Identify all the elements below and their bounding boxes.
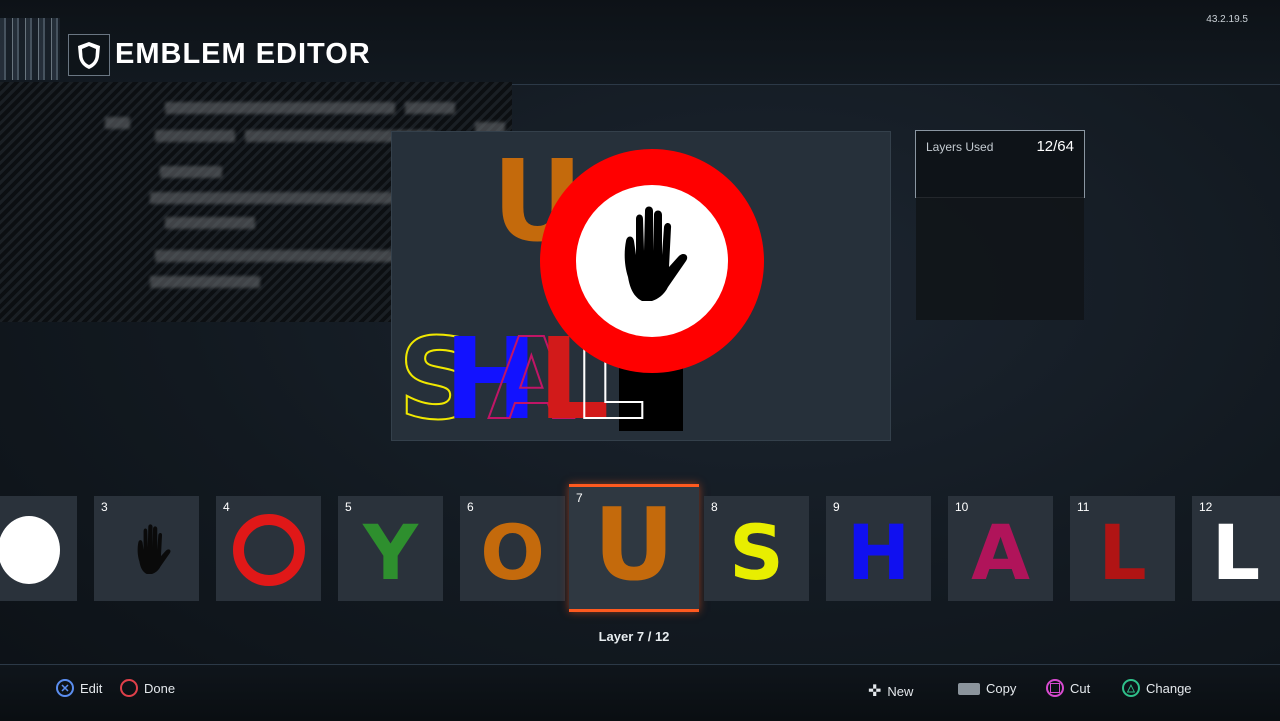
layer-number: 6 <box>467 500 474 514</box>
edit-prompt[interactable]: ✕ Edit <box>56 679 102 697</box>
layer-glyph: L <box>1211 508 1261 597</box>
layer-thumbnail[interactable]: 3 <box>94 496 199 601</box>
blurred-text <box>150 276 260 288</box>
layer-glyph: A <box>971 508 1030 597</box>
layers-used-panel: Layers Used 12/64 <box>915 130 1085 198</box>
layer-glyph: L <box>1098 508 1147 597</box>
layer-thumbnail[interactable]: 8 S <box>704 496 809 601</box>
layers-used-value: 12/64 <box>1036 138 1074 155</box>
layer-glyph: H <box>846 508 911 597</box>
stop-sign-ring <box>540 149 764 373</box>
layer-number: 4 <box>223 500 230 514</box>
blurred-text <box>165 102 395 114</box>
layer-indicator: Layer 7 / 12 <box>598 629 670 644</box>
triangle-button-icon: △ <box>1122 679 1140 697</box>
new-prompt[interactable]: ✜ New <box>868 681 913 701</box>
copy-prompt[interactable]: Copy <box>958 681 1016 696</box>
layer-strip[interactable]: 3 4 5 Y 6 O 7 U 8 S 9 H 10 A 11 L 12 L <box>0 484 1280 614</box>
red-ring-icon <box>233 514 305 586</box>
top-bar: EMBLEM EDITOR 43.2.19.5 <box>0 0 1280 85</box>
circle-button-icon <box>120 679 138 697</box>
layer-number: 12 <box>1199 500 1213 514</box>
layer-thumbnail-selected[interactable]: 7 U <box>569 484 699 612</box>
layer-glyph: Y <box>362 508 419 597</box>
layer-thumbnail[interactable]: 6 O <box>460 496 565 601</box>
layer-glyph: U <box>593 486 675 603</box>
blurred-text <box>165 217 255 229</box>
layer-number: 11 <box>1077 500 1090 514</box>
button-prompts-bar: ✕ Edit Done ✜ New Copy Cut △ Change <box>0 664 1280 721</box>
page-title: EMBLEM EDITOR <box>115 38 371 70</box>
layer-number: 5 <box>345 500 352 514</box>
emblem-canvas[interactable]: U S H A L L <box>391 131 891 441</box>
layer-thumbnail[interactable] <box>0 496 77 601</box>
cut-label: Cut <box>1070 680 1091 696</box>
blurred-text <box>155 130 235 142</box>
cross-button-icon: ✕ <box>56 679 74 697</box>
layer-thumbnail[interactable]: 5 Y <box>338 496 443 601</box>
layer-thumbnail[interactable]: 12 L <box>1192 496 1280 601</box>
edit-label: Edit <box>80 680 103 696</box>
layer-thumbnail[interactable]: 11 L <box>1070 496 1175 601</box>
layers-used-label: Layers Used <box>926 140 994 154</box>
layer-number: 10 <box>955 500 969 514</box>
copy-label: Copy <box>986 681 1017 696</box>
new-label: New <box>887 683 914 699</box>
blurred-text <box>405 102 455 114</box>
change-prompt[interactable]: △ Change <box>1122 679 1192 697</box>
layer-number: 8 <box>711 500 718 514</box>
cut-prompt[interactable]: Cut <box>1046 679 1090 697</box>
shield-icon <box>68 34 110 76</box>
blurred-text <box>105 117 130 129</box>
hand-icon <box>624 206 688 301</box>
white-circle-icon <box>0 516 60 584</box>
layer-number: 3 <box>101 500 108 514</box>
layer-thumbnail[interactable]: 9 H <box>826 496 931 601</box>
layer-thumbnail[interactable]: 10 A <box>948 496 1053 601</box>
layer-number: 9 <box>833 500 840 514</box>
hand-icon <box>137 524 171 575</box>
square-button-icon <box>1046 679 1064 697</box>
stop-sign-center <box>576 185 728 337</box>
change-label: Change <box>1146 680 1192 696</box>
layer-glyph: S <box>729 508 784 597</box>
layer-glyph: O <box>480 508 545 597</box>
dpad-icon: ✜ <box>868 683 882 700</box>
touchpad-icon <box>958 682 980 695</box>
version-label: 43.2.19.5 <box>1206 14 1248 25</box>
layers-panel-shadow <box>916 197 1084 320</box>
done-prompt[interactable]: Done <box>120 679 175 697</box>
layer-thumbnail[interactable]: 4 <box>216 496 321 601</box>
done-label: Done <box>144 680 176 696</box>
blurred-text <box>160 166 222 178</box>
corner-decoration <box>0 18 60 80</box>
